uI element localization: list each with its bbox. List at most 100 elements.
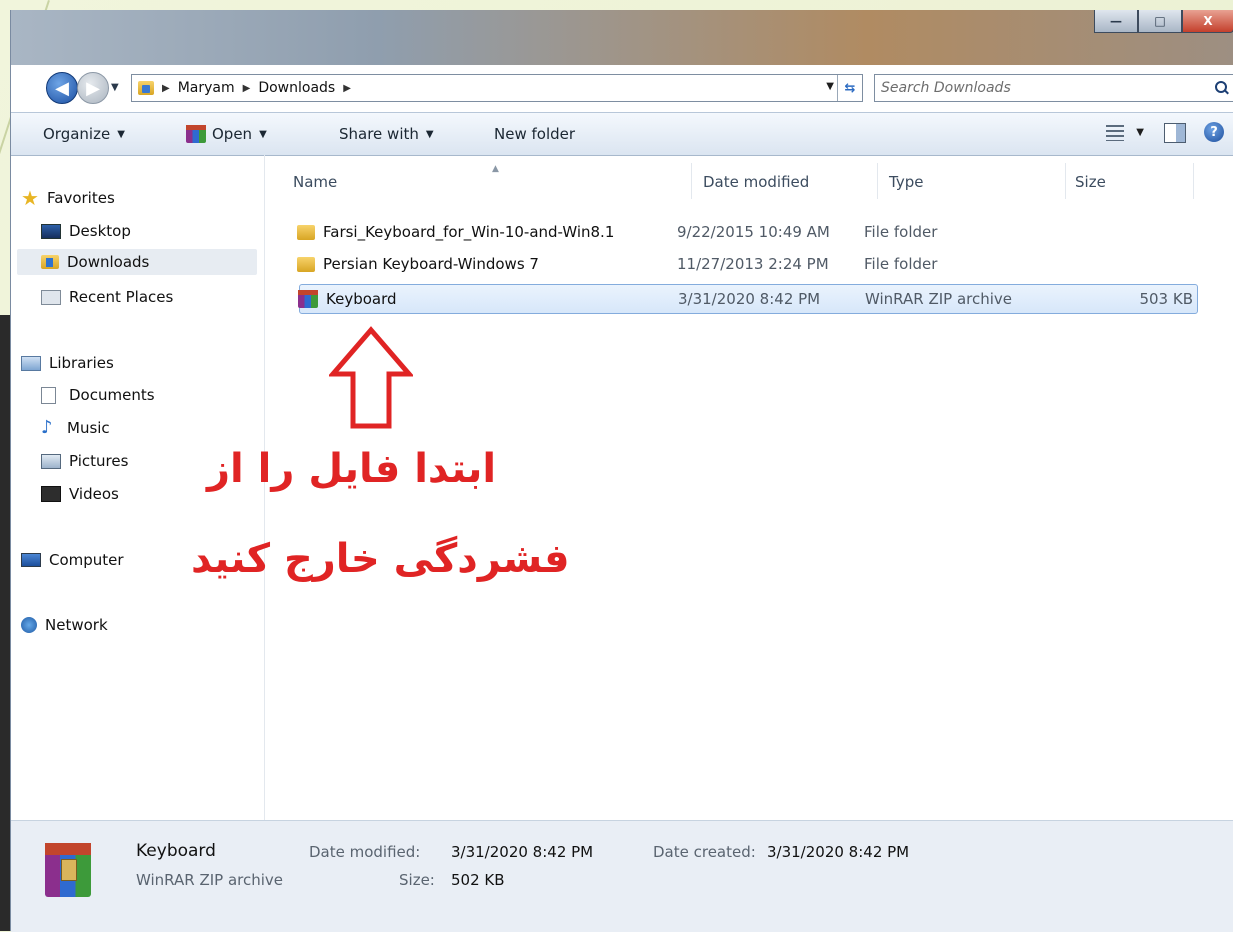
- back-button[interactable]: ◀: [46, 72, 78, 104]
- details-created-label: Date created:: [653, 843, 756, 861]
- search-input[interactable]: Search Downloads: [881, 80, 1215, 96]
- column-divider[interactable]: [877, 163, 878, 199]
- details-pane: Keyboard WinRAR ZIP archive Date modifie…: [11, 820, 1233, 932]
- table-row[interactable]: Persian Keyboard-Windows 7 11/27/2013 2:…: [289, 249, 1186, 279]
- sidebar-item-downloads[interactable]: Downloads: [17, 249, 257, 275]
- minimize-button[interactable]: —: [1094, 10, 1138, 33]
- pictures-icon: [41, 453, 61, 469]
- view-options-dropdown-icon[interactable]: ▼: [1136, 127, 1144, 138]
- details-size-label: Size:: [399, 871, 435, 889]
- winrar-icon: [298, 290, 318, 308]
- maximize-button[interactable]: □: [1138, 10, 1182, 33]
- details-modified-label: Date modified:: [309, 843, 421, 861]
- command-bar: Organize ▼ Open ▼ Share with ▼ New folder ▼…: [11, 112, 1233, 156]
- change-view-icon[interactable]: [1106, 125, 1124, 141]
- winrar-icon: [186, 125, 206, 143]
- breadcrumb-arrow-icon[interactable]: ▶: [343, 83, 351, 94]
- sidebar-item-videos[interactable]: Videos: [41, 481, 119, 507]
- table-row[interactable]: Farsi_Keyboard_for_Win-10-and-Win8.1 9/2…: [289, 217, 1186, 247]
- breadcrumb-arrow-icon[interactable]: ▶: [162, 83, 170, 94]
- details-size-value: 502 KB: [451, 871, 505, 889]
- sidebar-item-desktop[interactable]: Desktop: [41, 218, 131, 244]
- desktop-icon: [41, 223, 61, 239]
- details-modified-value: 3/31/2020 8:42 PM: [451, 843, 594, 861]
- column-header-name[interactable]: Name: [293, 173, 337, 191]
- videos-icon: [41, 486, 61, 502]
- document-icon: [41, 386, 56, 404]
- sidebar-item-computer[interactable]: Computer: [21, 547, 124, 573]
- table-row-selected[interactable]: Keyboard 3/31/2020 8:42 PM WinRAR ZIP ar…: [298, 284, 1198, 314]
- breadcrumb-arrow-icon[interactable]: ▶: [243, 83, 251, 94]
- sidebar-item-libraries[interactable]: Libraries: [21, 350, 114, 376]
- recent-pages-dropdown-icon[interactable]: ▼: [111, 82, 119, 93]
- sort-ascending-icon: ▲: [492, 164, 499, 174]
- refresh-icon[interactable]: ⇆: [837, 75, 862, 101]
- new-folder-label: New folder: [494, 125, 576, 143]
- chevron-down-icon: ▼: [117, 128, 125, 140]
- winrar-archive-icon: [45, 843, 91, 897]
- sidebar-item-label: Network: [45, 616, 108, 634]
- file-name: Keyboard: [326, 290, 397, 308]
- explorer-window: — □ X ◀ ▶ ▼ ▶ Maryam ▶ Downloads ▶ ▼ ⇆ S…: [10, 10, 1233, 932]
- organize-label: Organize: [43, 125, 111, 143]
- close-button[interactable]: X: [1182, 10, 1233, 33]
- sidebar-item-label: Pictures: [69, 452, 129, 470]
- file-name: Persian Keyboard-Windows 7: [323, 255, 539, 273]
- sidebar-item-favorites[interactable]: ★ Favorites: [21, 185, 115, 211]
- file-date: 11/27/2013 2:24 PM: [677, 255, 829, 273]
- breadcrumb-maryam[interactable]: Maryam: [178, 80, 235, 96]
- file-name-cell: Keyboard: [298, 290, 397, 308]
- organize-button[interactable]: Organize ▼: [43, 125, 125, 143]
- music-icon: ♪: [41, 417, 53, 438]
- sidebar-item-documents[interactable]: Documents: [41, 382, 155, 408]
- address-dropdown-icon[interactable]: ▼: [826, 81, 834, 92]
- breadcrumb-downloads[interactable]: Downloads: [258, 80, 335, 96]
- file-type: File folder: [864, 255, 938, 273]
- sidebar-item-music[interactable]: ♪ Music: [41, 415, 110, 441]
- folder-icon: [297, 224, 315, 240]
- preview-pane-icon[interactable]: [1164, 123, 1186, 143]
- forward-button[interactable]: ▶: [77, 72, 109, 104]
- sidebar-item-label: Computer: [49, 551, 124, 569]
- open-button[interactable]: Open ▼: [186, 125, 267, 143]
- file-date: 9/22/2015 10:49 AM: [677, 223, 830, 241]
- column-divider[interactable]: [691, 163, 692, 199]
- downloads-folder-icon: [41, 255, 59, 269]
- column-header-type[interactable]: Type: [889, 173, 923, 191]
- chevron-down-icon: ▼: [259, 128, 267, 140]
- sidebar-item-pictures[interactable]: Pictures: [41, 448, 128, 474]
- sidebar-item-network[interactable]: Network: [21, 612, 108, 638]
- file-size: 503 KB: [1139, 290, 1193, 308]
- column-divider[interactable]: [1065, 163, 1066, 199]
- sidebar-item-recent-places[interactable]: Recent Places: [41, 284, 173, 310]
- computer-icon: [21, 553, 41, 567]
- sidebar-item-label: Desktop: [69, 222, 131, 240]
- file-type: File folder: [864, 223, 938, 241]
- file-type: WinRAR ZIP archive: [865, 290, 1013, 308]
- sidebar-item-label: Favorites: [47, 189, 115, 207]
- sidebar-item-label: Libraries: [49, 354, 114, 372]
- open-label: Open: [212, 125, 253, 143]
- annotation-arrow-icon: [329, 326, 413, 429]
- file-name-cell: Farsi_Keyboard_for_Win-10-and-Win8.1: [297, 223, 614, 241]
- search-icon[interactable]: [1215, 81, 1229, 95]
- sidebar-item-label: Music: [67, 419, 110, 437]
- column-header-date-modified[interactable]: Date modified: [703, 173, 809, 191]
- address-bar[interactable]: ▶ Maryam ▶ Downloads ▶ ▼ ⇆: [131, 74, 863, 102]
- chevron-down-icon: ▼: [425, 128, 434, 140]
- new-folder-button[interactable]: New folder: [494, 125, 575, 143]
- star-icon: ★: [21, 186, 39, 210]
- sidebar-item-label: Downloads: [67, 253, 150, 271]
- search-box[interactable]: Search Downloads: [874, 74, 1233, 102]
- title-bar: — □ X: [11, 10, 1233, 65]
- share-with-label: Share with: [339, 125, 419, 143]
- file-name: Farsi_Keyboard_for_Win-10-and-Win8.1: [323, 223, 615, 241]
- file-date: 3/31/2020 8:42 PM: [678, 290, 821, 308]
- share-with-button[interactable]: Share with ▼: [339, 125, 434, 143]
- window-controls: — □ X: [1094, 10, 1233, 34]
- column-header-size[interactable]: Size: [1075, 173, 1106, 191]
- help-icon[interactable]: ?: [1204, 122, 1224, 142]
- sidebar-item-label: Documents: [69, 386, 155, 404]
- column-divider[interactable]: [1193, 163, 1194, 199]
- annotation-line-1: ابتدا فایل را از: [207, 446, 497, 492]
